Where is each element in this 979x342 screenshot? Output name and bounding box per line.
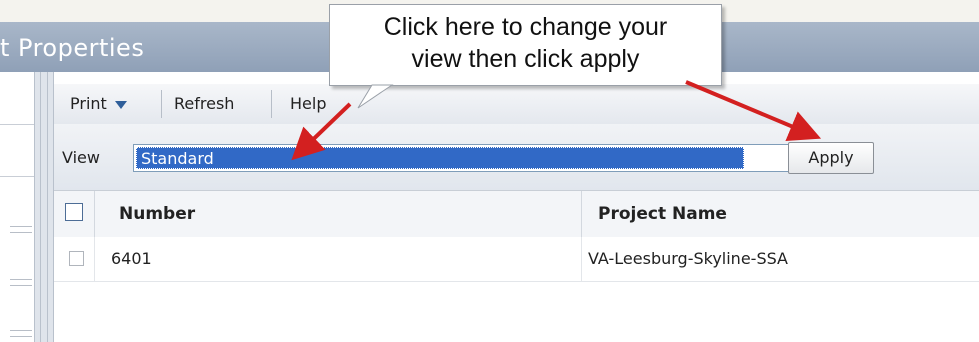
column-divider — [94, 237, 95, 281]
column-header-project-name[interactable]: Project Name — [598, 191, 727, 237]
column-divider — [94, 191, 95, 237]
row-checkbox[interactable] — [69, 251, 84, 266]
resize-grip-icon[interactable] — [10, 330, 32, 337]
column-divider[interactable] — [581, 191, 582, 237]
select-all-checkbox[interactable] — [65, 203, 83, 221]
refresh-button[interactable]: Refresh — [174, 84, 234, 124]
toolbar: Print Refresh Help — [54, 84, 979, 125]
column-header-number[interactable]: Number — [119, 191, 195, 237]
resize-grip-icon[interactable] — [10, 226, 32, 233]
view-label: View — [62, 148, 100, 167]
callout-line-2: view then click apply — [411, 45, 640, 73]
print-label: Print — [70, 94, 107, 113]
view-bar: View Standard Apply — [54, 124, 979, 190]
print-button[interactable]: Print — [70, 84, 127, 124]
view-select[interactable]: Standard — [133, 144, 829, 172]
left-pane-row[interactable] — [0, 124, 34, 177]
left-pane — [0, 72, 34, 342]
toolbar-separator — [271, 90, 272, 118]
window-title: t Properties — [0, 34, 145, 62]
grid-header: Number Project Name — [54, 190, 979, 238]
resize-grip-icon[interactable] — [10, 279, 32, 286]
toolbar-separator — [161, 90, 162, 118]
apply-button[interactable]: Apply — [788, 142, 874, 174]
dropdown-arrow-icon — [114, 100, 127, 109]
callout-line-1: Click here to change your — [383, 13, 668, 41]
table-row[interactable]: 6401 VA-Leesburg-Skyline-SSA — [54, 237, 979, 282]
help-button[interactable]: Help — [290, 84, 326, 124]
column-divider — [581, 237, 582, 281]
pane-splitter[interactable] — [34, 72, 54, 342]
left-pane-row[interactable] — [0, 72, 34, 125]
callout-box: Click here to change your view then clic… — [329, 4, 722, 86]
cell-number: 6401 — [111, 249, 152, 268]
view-select-value: Standard — [136, 147, 744, 169]
cell-project-name: VA-Leesburg-Skyline-SSA — [588, 249, 788, 268]
